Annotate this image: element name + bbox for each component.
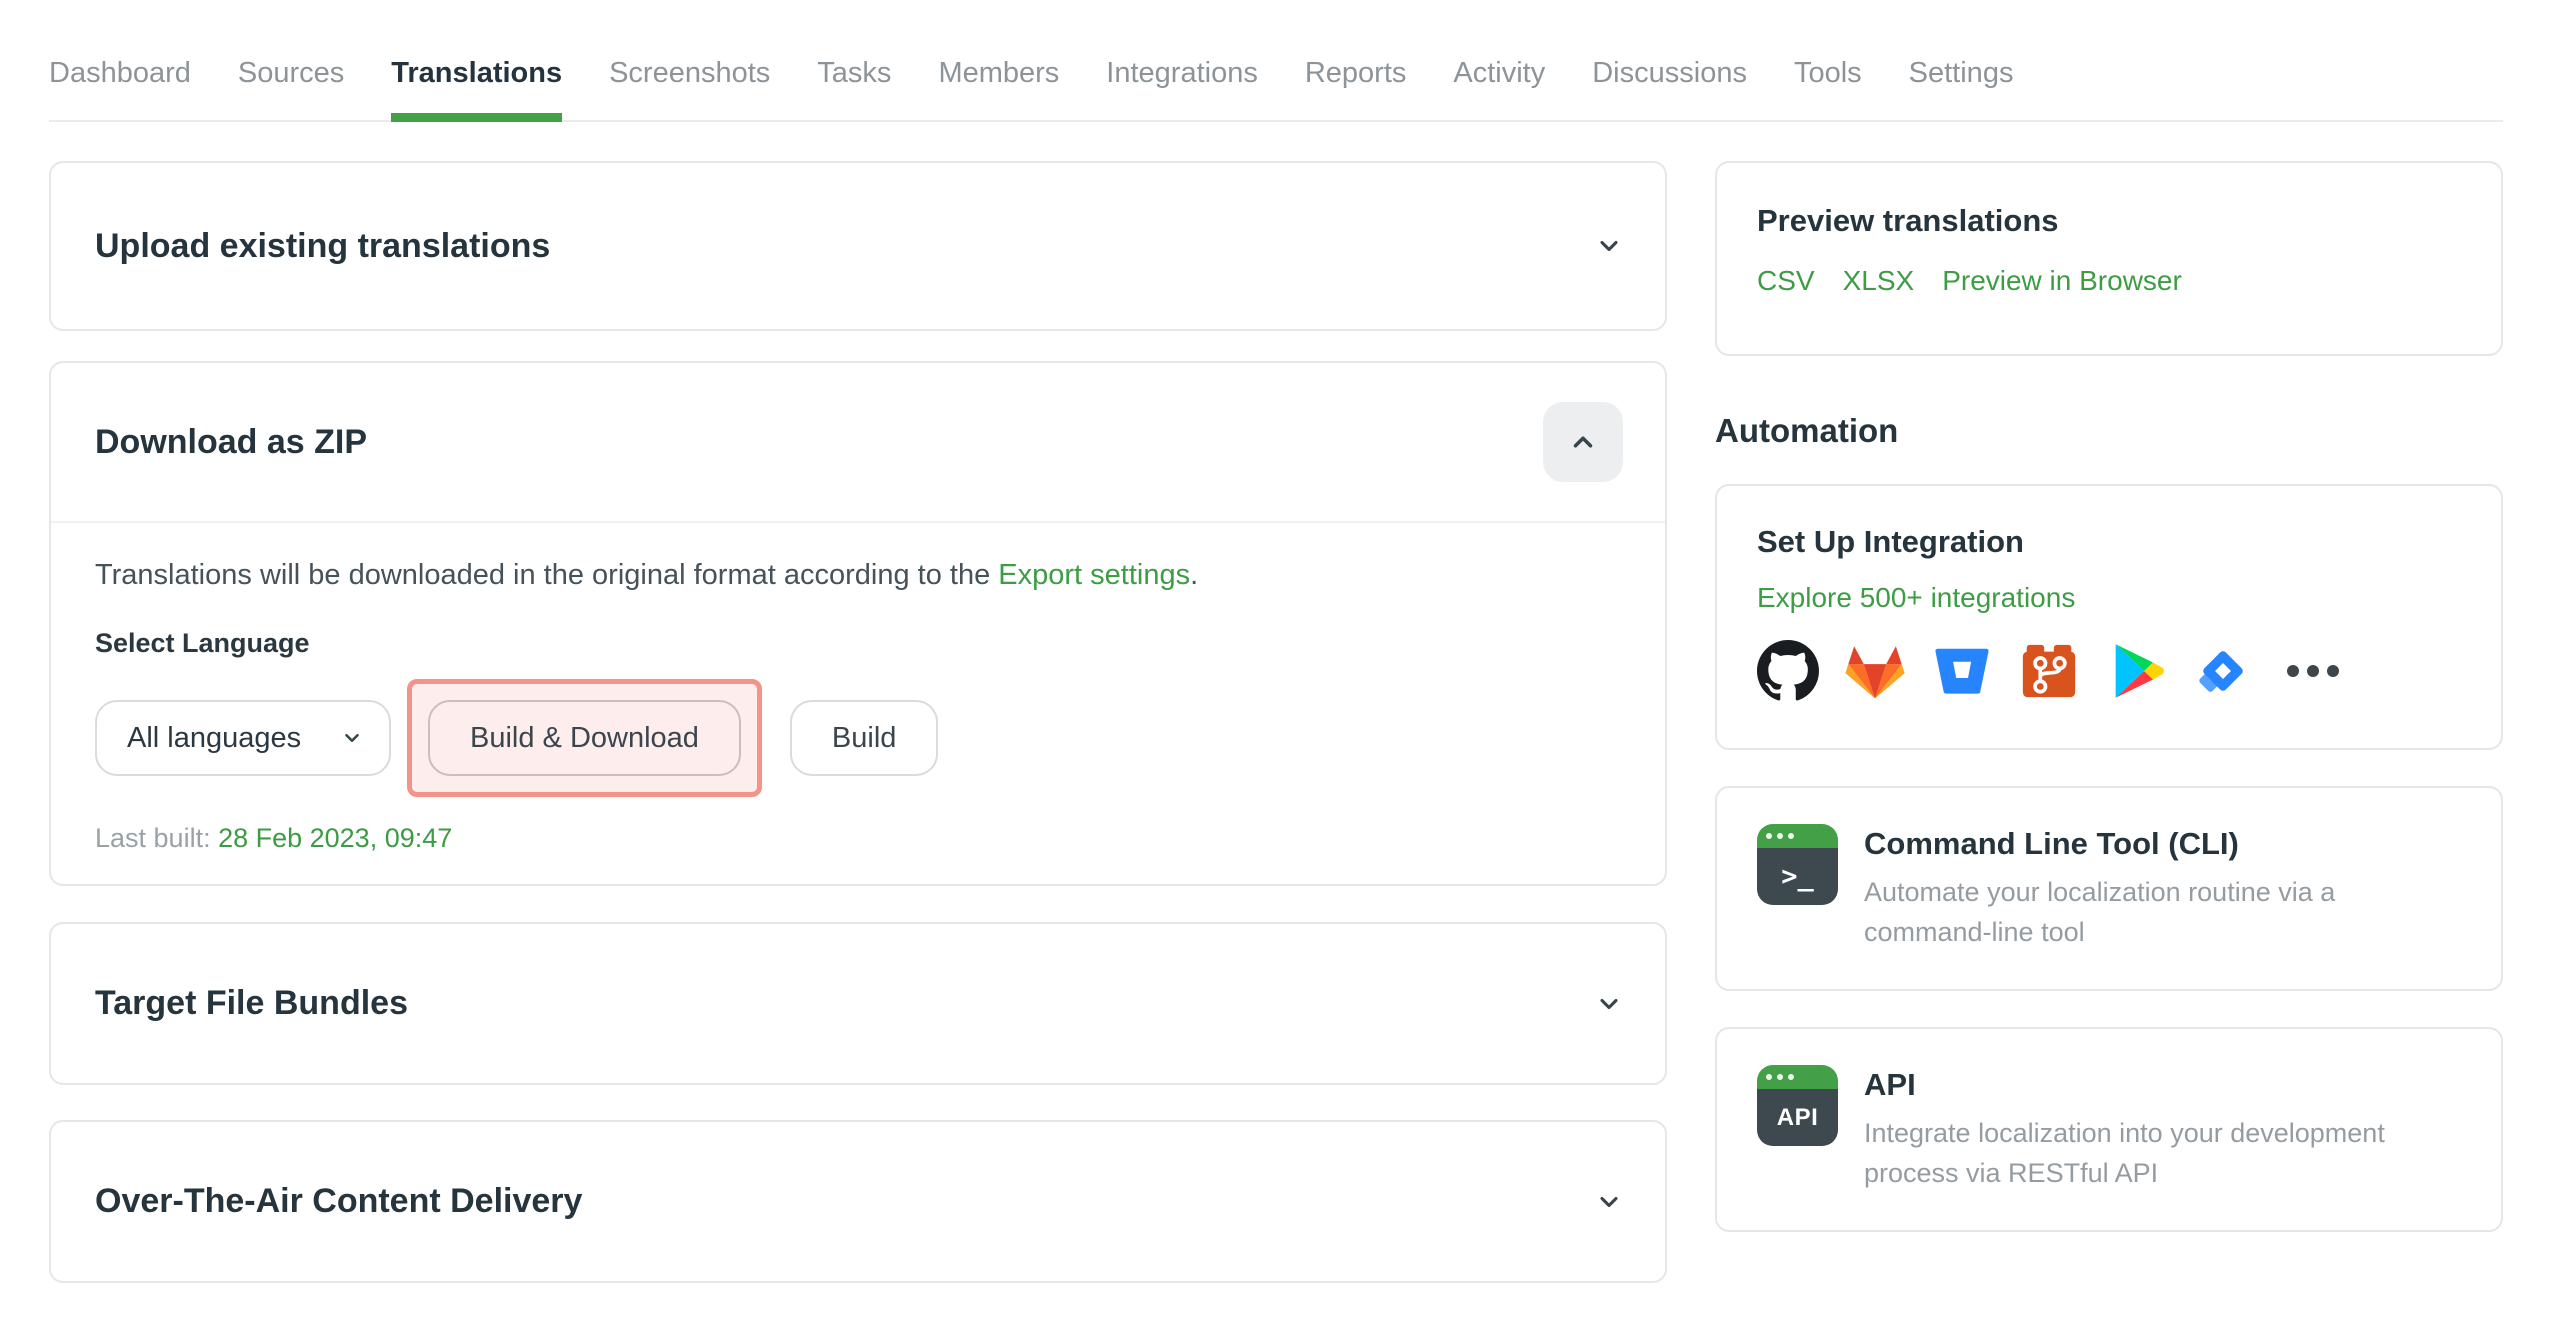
cli-card-description: Automate your localization routine via a… [1864,877,2336,947]
build-controls-row: All languages Build & Download Build [95,679,1621,797]
more-integrations-icon[interactable] [2287,665,2339,677]
tab-screenshots[interactable]: Screenshots [609,57,770,120]
tab-integrations[interactable]: Integrations [1106,57,1258,120]
tab-reports[interactable]: Reports [1305,57,1407,120]
collapse-section-button[interactable] [1543,402,1623,482]
over-the-air-card[interactable]: Over-The-Air Content Delivery [49,1120,1667,1283]
tab-activity[interactable]: Activity [1453,57,1545,120]
chevron-down-icon [345,733,359,743]
target-file-bundles-card[interactable]: Target File Bundles [49,922,1667,1085]
download-as-zip-card: Download as ZIP Translations will be dow… [49,361,1667,886]
last-built-label: Last built: [95,823,219,853]
download-description-period: . [1190,559,1199,591]
sidebar-column: Preview translations CSV XLSX Preview in… [1715,161,2503,1283]
cli-card-text: Command Line Tool (CLI) Automate your lo… [1864,824,2461,952]
tab-dashboard[interactable]: Dashboard [49,57,191,120]
download-description-text: Translations will be downloaded in the o… [95,559,999,591]
api-card-description: Integrate localization into your develop… [1864,1118,2385,1188]
api-card[interactable]: API API Integrate localization into your… [1715,1027,2503,1232]
terminal-icon: >_ [1757,824,1838,905]
preview-links-row: CSV XLSX Preview in Browser [1757,265,2461,297]
cli-card-title: Command Line Tool (CLI) [1864,826,2239,861]
tab-settings[interactable]: Settings [1909,57,2014,120]
tab-tasks[interactable]: Tasks [817,57,891,120]
terminal-prompt-glyph: >_ [1757,848,1838,905]
annotation-highlight-box: Build & Download [407,679,762,797]
api-window-icon: API [1757,1065,1838,1146]
upload-existing-translations-title: Upload existing translations [95,226,551,265]
tab-sources[interactable]: Sources [238,57,344,120]
select-language-label: Select Language [95,628,310,658]
chevron-down-icon [1600,1196,1618,1207]
tab-tools[interactable]: Tools [1794,57,1862,120]
translations-main-column: Upload existing translations Download as… [49,161,1667,1283]
bitbucket-icon[interactable] [1931,640,1993,702]
download-as-zip-body: Translations will be downloaded in the o… [51,523,1665,854]
project-tab-bar: Dashboard Sources Translations Screensho… [49,0,2503,122]
jira-icon[interactable] [2192,640,2254,702]
preview-translations-card: Preview translations CSV XLSX Preview in… [1715,161,2503,356]
tab-translations[interactable]: Translations [391,57,562,122]
tab-discussions[interactable]: Discussions [1592,57,1747,120]
integration-icons-row [1757,640,2461,702]
upload-existing-translations-card[interactable]: Upload existing translations [49,161,1667,331]
tab-members[interactable]: Members [938,57,1059,120]
github-icon[interactable] [1757,640,1819,702]
api-card-text: API Integrate localization into your dev… [1864,1065,2461,1193]
api-card-title: API [1864,1067,1916,1102]
api-icon-label: API [1757,1089,1838,1146]
download-as-zip-title: Download as ZIP [95,422,368,461]
chevron-down-icon [1600,240,1618,252]
google-play-icon[interactable] [2105,640,2167,702]
chevron-down-icon [1600,998,1618,1009]
language-select-value: All languages [127,721,302,754]
preview-in-browser-link[interactable]: Preview in Browser [1942,265,2182,297]
target-file-bundles-title: Target File Bundles [95,984,408,1022]
over-the-air-title: Over-The-Air Content Delivery [95,1182,583,1220]
set-up-integration-title: Set Up Integration [1757,524,2024,559]
gitlab-icon[interactable] [1844,640,1906,702]
page-content: Upload existing translations Download as… [49,161,2503,1283]
automation-heading: Automation [1715,412,1899,449]
last-built-status: Last built: 28 Feb 2023, 09:47 [95,823,1621,854]
preview-translations-title: Preview translations [1757,203,2059,238]
build-and-download-button[interactable]: Build & Download [428,700,741,776]
preview-xlsx-link[interactable]: XLSX [1843,265,1915,297]
build-button[interactable]: Build [789,700,939,776]
last-built-timestamp[interactable]: 28 Feb 2023, 09:47 [218,823,452,853]
download-as-zip-header: Download as ZIP [51,363,1665,523]
download-description: Translations will be downloaded in the o… [95,559,1621,592]
chevron-up-icon [1573,436,1593,448]
cli-card[interactable]: >_ Command Line Tool (CLI) Automate your… [1715,786,2503,991]
git-icon[interactable] [2018,640,2080,702]
export-settings-link[interactable]: Export settings [998,559,1190,591]
preview-csv-link[interactable]: CSV [1757,265,1815,297]
explore-integrations-link[interactable]: Explore 500+ integrations [1757,582,2075,614]
language-select[interactable]: All languages [95,700,391,776]
set-up-integration-card: Set Up Integration Explore 500+ integrat… [1715,484,2503,750]
